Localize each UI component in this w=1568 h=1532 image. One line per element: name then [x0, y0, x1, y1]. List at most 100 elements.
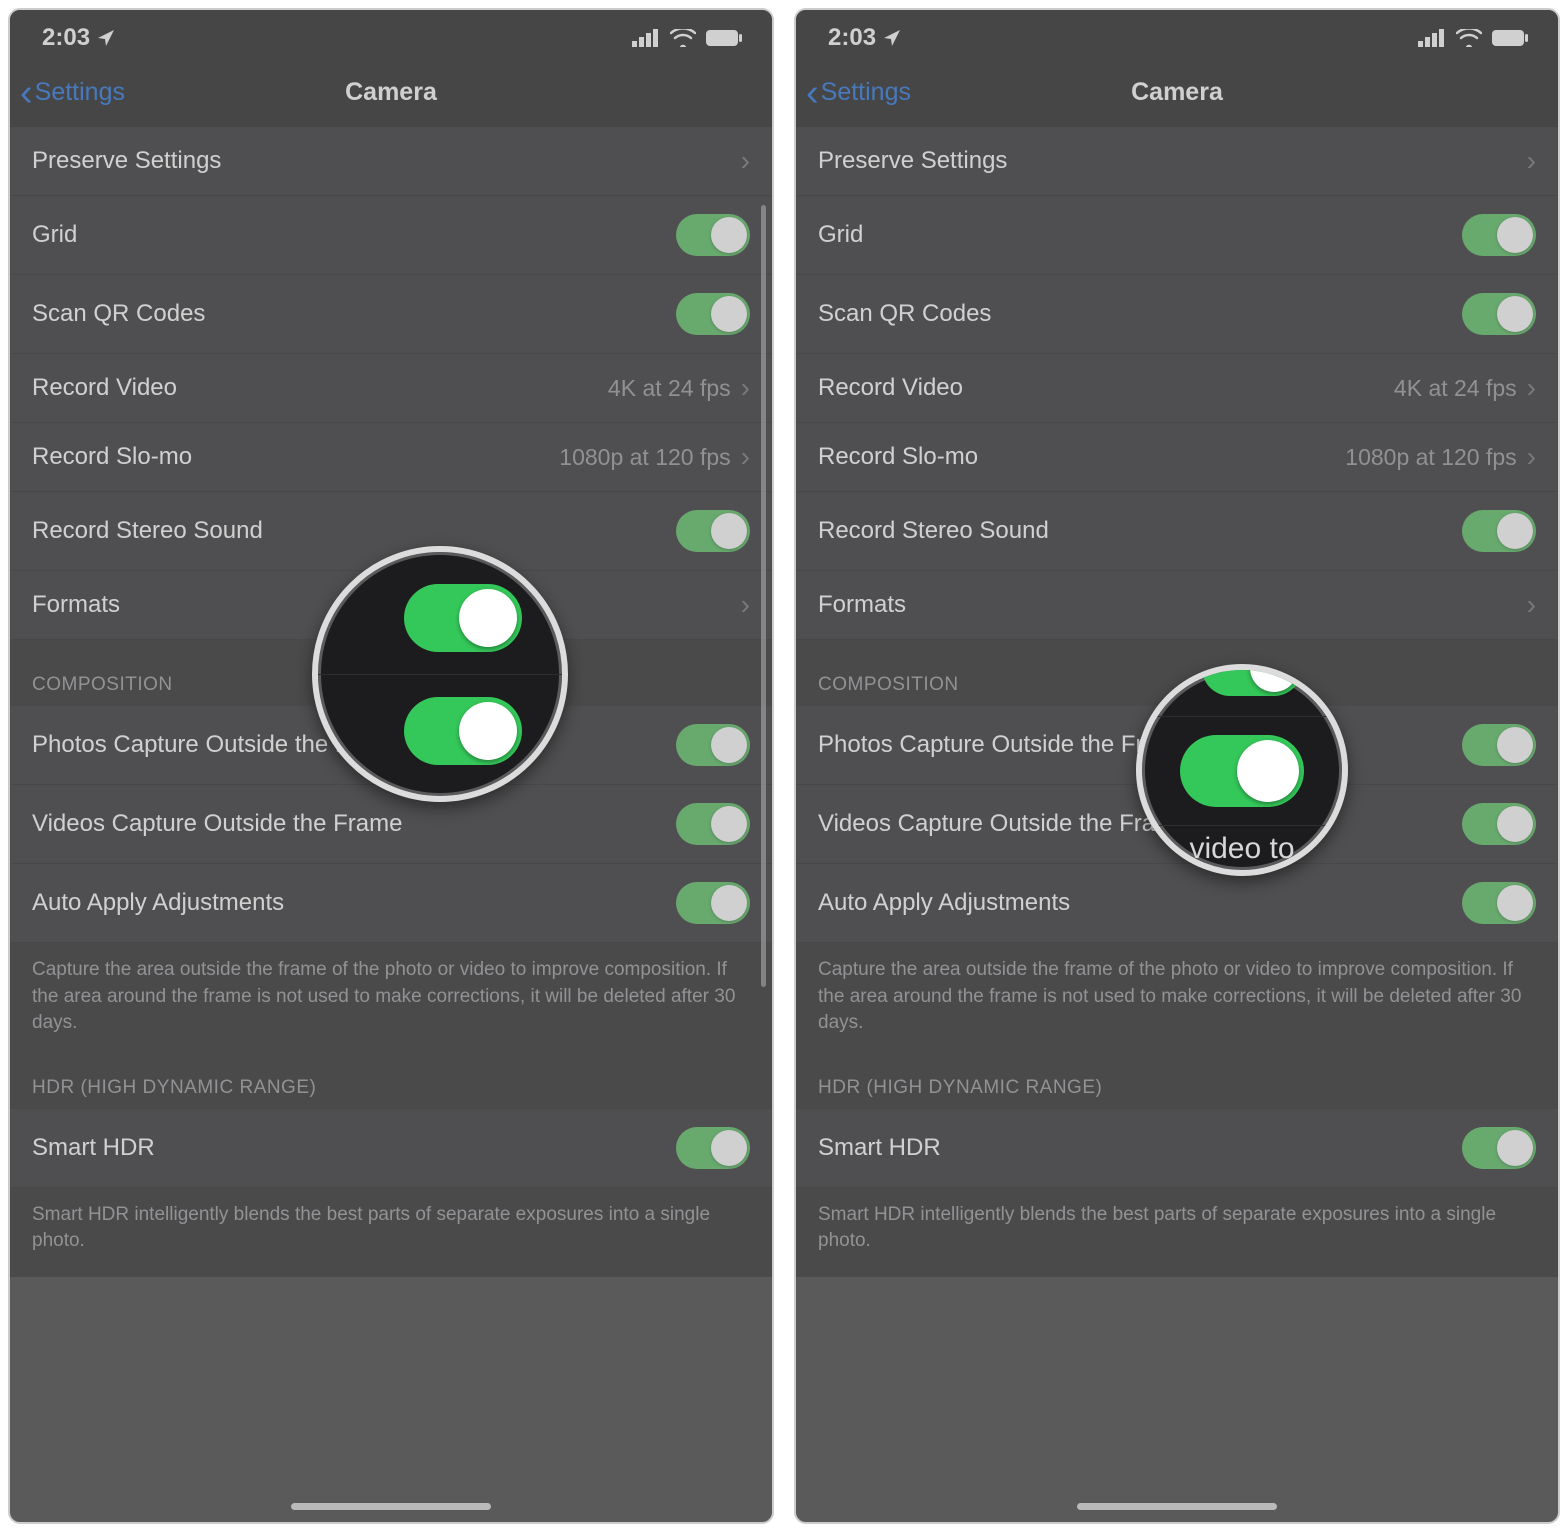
- smart-hdr-toggle[interactable]: [1462, 1127, 1536, 1169]
- videos-capture-row: Videos Capture Outside the Frame: [10, 785, 772, 864]
- magnified-videos-toggle[interactable]: [404, 697, 522, 765]
- row-value: 1080p at 120 fps: [1345, 444, 1516, 471]
- back-button[interactable]: ‹ Settings: [806, 74, 911, 112]
- chevron-right-icon: ›: [1527, 372, 1536, 404]
- home-indicator[interactable]: [291, 1503, 491, 1510]
- row-label: Record Slo-mo: [32, 443, 192, 471]
- hdr-header: HDR (HIGH DYNAMIC RANGE): [796, 1059, 1558, 1109]
- stereo-sound-row: Record Stereo Sound: [796, 492, 1558, 571]
- scan-qr-toggle[interactable]: [676, 293, 750, 335]
- location-arrow-icon: [882, 28, 902, 48]
- auto-apply-toggle[interactable]: [676, 882, 750, 924]
- chevron-left-icon: ‹: [806, 74, 819, 112]
- magnified-auto-apply-toggle[interactable]: [1180, 735, 1304, 807]
- scan-qr-toggle[interactable]: [1462, 293, 1536, 335]
- hdr-footer: Smart HDR intelligently blends the best …: [10, 1188, 772, 1277]
- scan-qr-row: Scan QR Codes: [796, 275, 1558, 354]
- status-bar: 2:03: [796, 10, 1558, 62]
- auto-apply-toggle[interactable]: [1462, 882, 1536, 924]
- grid-row: Grid: [796, 196, 1558, 275]
- cellular-icon: [632, 29, 660, 47]
- cellular-icon: [1418, 29, 1446, 47]
- nav-bar: ‹ Settings Camera: [10, 62, 772, 127]
- magnified-photos-toggle[interactable]: [404, 584, 522, 652]
- chevron-right-icon: ›: [741, 145, 750, 177]
- formats-row[interactable]: Formats ›: [796, 571, 1558, 640]
- preserve-settings-row[interactable]: Preserve Settings ›: [796, 127, 1558, 196]
- chevron-left-icon: ‹: [20, 74, 33, 112]
- hdr-header: HDR (HIGH DYNAMIC RANGE): [10, 1059, 772, 1109]
- back-button[interactable]: ‹ Settings: [20, 74, 125, 112]
- photos-capture-toggle[interactable]: [1462, 724, 1536, 766]
- videos-capture-toggle[interactable]: [676, 803, 750, 845]
- battery-icon: [1492, 29, 1530, 47]
- row-label: Record Video: [32, 374, 177, 402]
- row-label: Record Slo-mo: [818, 443, 978, 471]
- record-slomo-row[interactable]: Record Slo-mo 1080p at 120 fps ›: [796, 423, 1558, 492]
- back-label: Settings: [821, 78, 911, 107]
- chevron-right-icon: ›: [741, 589, 750, 621]
- grid-toggle[interactable]: [1462, 214, 1536, 256]
- stereo-sound-toggle[interactable]: [1462, 510, 1536, 552]
- status-time: 2:03: [42, 24, 90, 52]
- composition-footer: Capture the area outside the frame of th…: [10, 943, 772, 1059]
- wifi-icon: [1456, 29, 1482, 47]
- row-label: Videos Capture Outside the Frame: [818, 810, 1188, 838]
- smart-hdr-toggle[interactable]: [676, 1127, 750, 1169]
- stereo-sound-toggle[interactable]: [676, 510, 750, 552]
- location-arrow-icon: [96, 28, 116, 48]
- scan-qr-row: Scan QR Codes: [10, 275, 772, 354]
- row-label: Record Stereo Sound: [32, 517, 263, 545]
- battery-icon: [706, 29, 744, 47]
- row-label: Videos Capture Outside the Frame: [32, 810, 402, 838]
- row-label: Auto Apply Adjustments: [32, 889, 284, 917]
- back-label: Settings: [35, 78, 125, 107]
- grid-row: Grid: [10, 196, 772, 275]
- auto-apply-row: Auto Apply Adjustments: [10, 864, 772, 943]
- magnified-footer-fragment: video to: [1179, 826, 1304, 866]
- hdr-footer: Smart HDR intelligently blends the best …: [796, 1188, 1558, 1277]
- row-value: 1080p at 120 fps: [559, 444, 730, 471]
- record-video-row[interactable]: Record Video 4K at 24 fps ›: [10, 354, 772, 423]
- auto-apply-row: Auto Apply Adjustments: [796, 864, 1558, 943]
- row-label: Grid: [32, 221, 77, 249]
- chevron-right-icon: ›: [741, 372, 750, 404]
- scrollbar[interactable]: [761, 205, 766, 987]
- grid-toggle[interactable]: [676, 214, 750, 256]
- photos-capture-toggle[interactable]: [676, 724, 750, 766]
- wifi-icon: [670, 29, 696, 47]
- row-label: Record Stereo Sound: [818, 517, 1049, 545]
- chevron-right-icon: ›: [1527, 145, 1536, 177]
- chevron-right-icon: ›: [1527, 441, 1536, 473]
- row-label: Preserve Settings: [32, 147, 221, 175]
- chevron-right-icon: ›: [741, 441, 750, 473]
- chevron-right-icon: ›: [1527, 589, 1536, 621]
- row-label: Smart HDR: [32, 1134, 155, 1162]
- row-value: 4K at 24 fps: [608, 375, 731, 402]
- page-title: Camera: [345, 78, 437, 107]
- record-video-row[interactable]: Record Video 4K at 24 fps ›: [796, 354, 1558, 423]
- row-label: Smart HDR: [818, 1134, 941, 1162]
- page-title: Camera: [1131, 78, 1223, 107]
- row-label: Record Video: [818, 374, 963, 402]
- videos-capture-toggle[interactable]: [1462, 803, 1536, 845]
- status-bar: 2:03: [10, 10, 772, 62]
- record-slomo-row[interactable]: Record Slo-mo 1080p at 120 fps ›: [10, 423, 772, 492]
- nav-bar: ‹ Settings Camera: [796, 62, 1558, 127]
- row-label: Grid: [818, 221, 863, 249]
- row-label: Scan QR Codes: [32, 300, 205, 328]
- row-value: 4K at 24 fps: [1394, 375, 1517, 402]
- row-label: Formats: [32, 591, 120, 619]
- home-indicator[interactable]: [1077, 1503, 1277, 1510]
- row-label: Auto Apply Adjustments: [818, 889, 1070, 917]
- row-label: Formats: [818, 591, 906, 619]
- row-label: Preserve Settings: [818, 147, 1007, 175]
- row-label: Scan QR Codes: [818, 300, 991, 328]
- magnifier-auto-apply-toggle: video to: [1136, 664, 1348, 876]
- composition-footer: Capture the area outside the frame of th…: [796, 943, 1558, 1059]
- smart-hdr-row: Smart HDR: [796, 1109, 1558, 1188]
- magnifier-composition-toggles: [312, 546, 568, 802]
- smart-hdr-row: Smart HDR: [10, 1109, 772, 1188]
- preserve-settings-row[interactable]: Preserve Settings ›: [10, 127, 772, 196]
- status-time: 2:03: [828, 24, 876, 52]
